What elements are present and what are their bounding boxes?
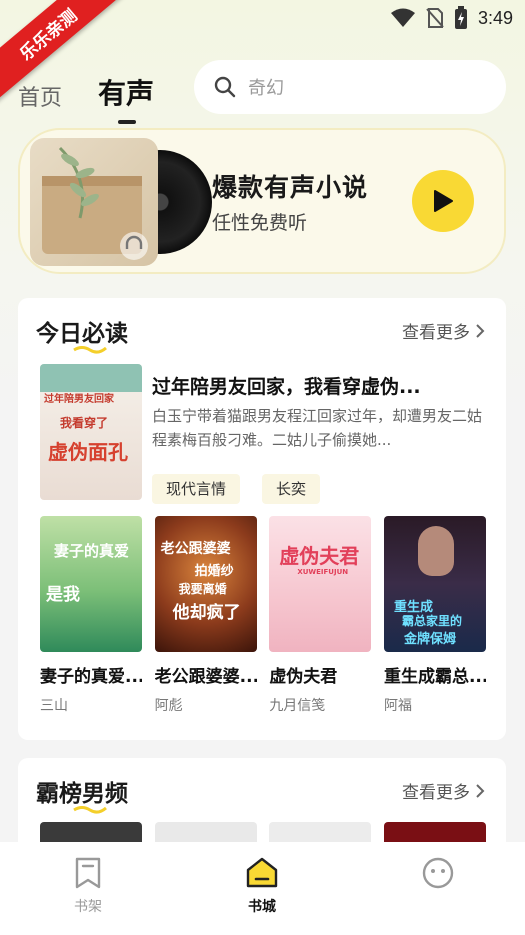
genre-tag[interactable]: 现代言情: [152, 474, 241, 504]
wifi-icon: [390, 8, 415, 27]
cover-line: 拍婚纱: [194, 564, 234, 579]
book-title: 妻子的真爱...: [40, 667, 142, 687]
section-title: 霸榜男频: [36, 781, 128, 807]
search-placeholder: 奇幻: [248, 78, 284, 99]
book-author: 阿彪: [154, 698, 183, 714]
book-title: 虚伪夫君: [269, 667, 338, 687]
title-underline-decoration: [73, 346, 107, 354]
top-nav: 首页 有声: [18, 72, 155, 124]
home-icon: [246, 857, 278, 888]
book-cover: 重生成 霸总家里的 金牌保姆: [383, 516, 486, 652]
tab-home[interactable]: 首页: [18, 80, 62, 112]
featured-book-cover: 过年陪男友回家 我看穿了 虚伪面孔: [40, 364, 142, 500]
bookmark-icon: [75, 857, 101, 889]
book-item[interactable]: 虚伪夫君 XUWEIFUJUN 虚伪夫君 九月信笺: [269, 516, 372, 715]
featured-book[interactable]: 过年陪男友回家 我看穿了 虚伪面孔 过年陪男友回家，我看穿虚伪... 白玉宁带着…: [40, 364, 486, 504]
tab-label: 书架: [74, 899, 102, 915]
tab-profile[interactable]: [408, 856, 468, 896]
tab-audio-label: 有声: [98, 77, 155, 110]
cover-line: 虚伪面孔: [48, 440, 128, 464]
book-list: 妻子的真爱 是我 妻子的真爱... 三山 老公跟婆婆 拍婚纱 我要离婚 他却疯了…: [40, 516, 486, 715]
search-input[interactable]: 奇幻: [194, 60, 506, 114]
book-title: 老公跟婆婆...: [154, 667, 257, 687]
featured-book-title: 过年陪男友回家，我看穿虚伪...: [152, 376, 421, 398]
banner-title: 爆款有声小说: [212, 173, 369, 202]
book-author: 阿福: [383, 698, 412, 714]
play-button[interactable]: [412, 170, 474, 232]
bottom-tab-bar: 书架 书城: [0, 842, 525, 935]
active-tab-indicator: [118, 120, 137, 124]
no-sim-icon: [426, 8, 444, 28]
audio-novel-banner[interactable]: 爆款有声小说 任性免费听: [18, 128, 506, 274]
chevron-right-icon: [476, 783, 485, 798]
cover-line: 虚伪夫君: [279, 544, 360, 568]
book-cover: 妻子的真爱 是我: [40, 516, 142, 652]
cover-line: 妻子的真爱: [54, 542, 130, 560]
battery-charging-icon: [454, 6, 467, 29]
title-underline-decoration: [73, 806, 107, 814]
book-item[interactable]: 重生成 霸总家里的 金牌保姆 重生成霸总... 阿福: [383, 516, 486, 715]
book-title: 重生成霸总...: [383, 667, 486, 687]
banner-cover-image: [30, 138, 158, 266]
banner-subtitle: 任性免费听: [212, 212, 308, 234]
cover-line: 我要离婚: [178, 582, 227, 596]
book-author: 九月信笺: [269, 698, 326, 714]
section-title: 今日必读: [36, 321, 128, 347]
clock: 3:49: [477, 7, 513, 28]
featured-book-description: 白玉宁带着猫跟男友程江回家过年，却遭男友二姑程素梅百般刁难。二姑儿子偷摸她...: [152, 407, 483, 449]
play-icon: [434, 190, 453, 212]
book-cover: 老公跟婆婆 拍婚纱 我要离婚 他却疯了: [154, 516, 257, 652]
today-must-read-section: 今日必读 查看更多 过年陪男友回家 我看穿了 虚伪面孔 过年陪男友回家，我看穿虚…: [18, 298, 506, 740]
chevron-right-icon: [476, 323, 485, 338]
search-icon: [214, 76, 236, 98]
book-item[interactable]: 妻子的真爱 是我 妻子的真爱... 三山: [40, 516, 142, 715]
cover-line: XUWEIFUJUN: [297, 568, 349, 576]
see-more-link[interactable]: 查看更多: [402, 778, 486, 803]
face-icon: [422, 857, 454, 889]
tab-bookstore[interactable]: 书城: [232, 856, 292, 916]
cover-line: 他却疯了: [172, 603, 241, 623]
see-more-label: 查看更多: [402, 323, 470, 343]
cover-line: 老公跟婆婆: [160, 541, 231, 557]
cover-line: 霸总家里的: [401, 614, 462, 628]
cover-line: 我看穿了: [60, 416, 109, 430]
book-cover: 虚伪夫君 XUWEIFUJUN: [269, 516, 372, 652]
book-item[interactable]: 老公跟婆婆 拍婚纱 我要离婚 他却疯了 老公跟婆婆... 阿彪: [154, 516, 257, 715]
see-more-link[interactable]: 查看更多: [402, 318, 486, 343]
tab-label: 书城: [248, 899, 276, 915]
author-tag[interactable]: 长奕: [262, 474, 321, 504]
cover-line: 金牌保姆: [403, 632, 456, 647]
see-more-label: 查看更多: [402, 783, 470, 803]
cover-line: 是我: [46, 585, 80, 605]
tab-audio[interactable]: 有声: [98, 72, 155, 124]
book-author: 三山: [40, 698, 68, 714]
tab-bookshelf[interactable]: 书架: [58, 856, 118, 916]
cover-line: 过年陪男友回家: [44, 394, 114, 405]
